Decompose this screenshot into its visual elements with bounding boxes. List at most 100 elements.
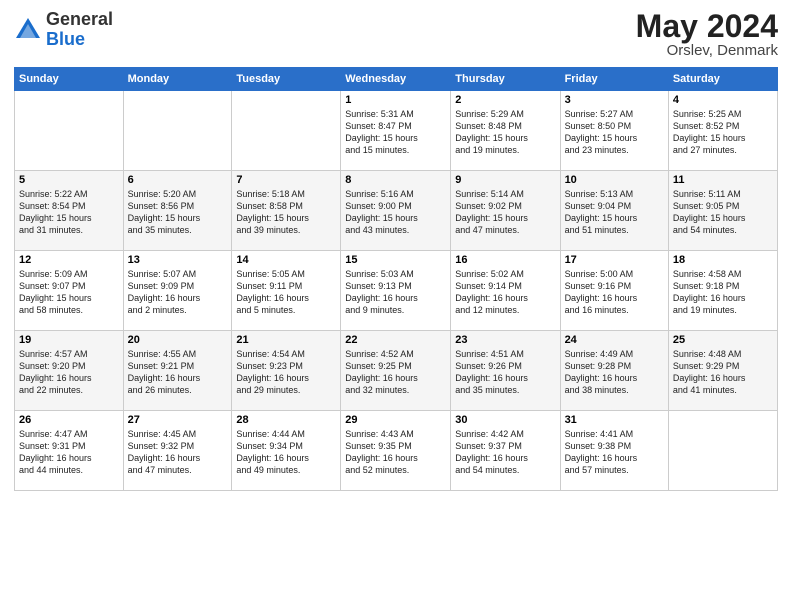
day-info: Sunrise: 5:29 AM Sunset: 8:48 PM Dayligh… [455, 108, 555, 157]
calendar-cell: 10 Sunrise: 5:13 AM Sunset: 9:04 PM Dayli… [560, 171, 668, 251]
day-number: 11 [673, 174, 773, 186]
day-number: 23 [455, 334, 555, 346]
day-info: Sunrise: 5:11 AM Sunset: 9:05 PM Dayligh… [673, 188, 773, 237]
day-number: 9 [455, 174, 555, 186]
day-info: Sunrise: 4:57 AM Sunset: 9:20 PM Dayligh… [19, 348, 119, 397]
calendar-header-wednesday: Wednesday [341, 68, 451, 91]
day-info: Sunrise: 5:22 AM Sunset: 8:54 PM Dayligh… [19, 188, 119, 237]
day-info: Sunrise: 5:18 AM Sunset: 8:58 PM Dayligh… [236, 188, 336, 237]
calendar-cell: 22 Sunrise: 4:52 AM Sunset: 9:25 PM Dayli… [341, 331, 451, 411]
day-number: 25 [673, 334, 773, 346]
calendar-cell: 26 Sunrise: 4:47 AM Sunset: 9:31 PM Dayli… [15, 411, 124, 491]
calendar-week-3: 12Sunrise: 5:09 AM Sunset: 9:07 PM Dayli… [15, 251, 778, 331]
day-number: 18 [673, 254, 773, 266]
calendar-cell: 17 Sunrise: 5:00 AM Sunset: 9:16 PM Dayli… [560, 251, 668, 331]
calendar-cell: 7Sunrise: 5:18 AM Sunset: 8:58 PM Daylig… [232, 171, 341, 251]
calendar-cell: 29 Sunrise: 4:43 AM Sunset: 9:35 PM Dayli… [341, 411, 451, 491]
day-number: 6 [128, 174, 228, 186]
day-info: Sunrise: 4:47 AM Sunset: 9:31 PM Dayligh… [19, 428, 119, 477]
calendar-cell: 5 Sunrise: 5:22 AM Sunset: 8:54 PM Daylig… [15, 171, 124, 251]
day-number: 31 [565, 414, 664, 426]
day-info: Sunrise: 4:44 AM Sunset: 9:34 PM Dayligh… [236, 428, 336, 477]
header: General Blue May 2024 Orslev, Denmark [14, 10, 778, 59]
day-number: 3 [565, 94, 664, 106]
calendar-cell: 25 Sunrise: 4:48 AM Sunset: 9:29 PM Dayli… [668, 331, 777, 411]
calendar-cell: 9 Sunrise: 5:14 AM Sunset: 9:02 PM Daylig… [451, 171, 560, 251]
day-info: Sunrise: 4:58 AM Sunset: 9:18 PM Dayligh… [673, 268, 773, 317]
day-number: 12 [19, 254, 119, 266]
day-info: Sunrise: 5:14 AM Sunset: 9:02 PM Dayligh… [455, 188, 555, 237]
calendar-cell: 27Sunrise: 4:45 AM Sunset: 9:32 PM Dayli… [123, 411, 232, 491]
day-number: 16 [455, 254, 555, 266]
day-number: 14 [236, 254, 336, 266]
logo: General Blue [14, 10, 113, 50]
calendar-cell: 6Sunrise: 5:20 AM Sunset: 8:56 PM Daylig… [123, 171, 232, 251]
calendar-table: SundayMondayTuesdayWednesdayThursdayFrid… [14, 67, 778, 491]
day-info: Sunrise: 5:00 AM Sunset: 9:16 PM Dayligh… [565, 268, 664, 317]
logo-blue: Blue [46, 29, 85, 49]
calendar-cell [123, 91, 232, 171]
day-info: Sunrise: 4:52 AM Sunset: 9:25 PM Dayligh… [345, 348, 446, 397]
day-info: Sunrise: 5:13 AM Sunset: 9:04 PM Dayligh… [565, 188, 664, 237]
day-info: Sunrise: 5:31 AM Sunset: 8:47 PM Dayligh… [345, 108, 446, 157]
day-number: 19 [19, 334, 119, 346]
calendar-header-monday: Monday [123, 68, 232, 91]
calendar-header-sunday: Sunday [15, 68, 124, 91]
calendar-cell: 24 Sunrise: 4:49 AM Sunset: 9:28 PM Dayli… [560, 331, 668, 411]
calendar-cell: 4 Sunrise: 5:25 AM Sunset: 8:52 PM Daylig… [668, 91, 777, 171]
calendar-week-5: 26 Sunrise: 4:47 AM Sunset: 9:31 PM Dayli… [15, 411, 778, 491]
title-month: May 2024 [636, 10, 778, 42]
calendar-header-friday: Friday [560, 68, 668, 91]
logo-general: General [46, 9, 113, 29]
day-number: 17 [565, 254, 664, 266]
day-number: 2 [455, 94, 555, 106]
day-number: 22 [345, 334, 446, 346]
calendar-cell: 3 Sunrise: 5:27 AM Sunset: 8:50 PM Daylig… [560, 91, 668, 171]
day-info: Sunrise: 4:41 AM Sunset: 9:38 PM Dayligh… [565, 428, 664, 477]
calendar-cell: 18 Sunrise: 4:58 AM Sunset: 9:18 PM Dayli… [668, 251, 777, 331]
calendar-cell: 28 Sunrise: 4:44 AM Sunset: 9:34 PM Dayli… [232, 411, 341, 491]
calendar-cell: 19 Sunrise: 4:57 AM Sunset: 9:20 PM Dayli… [15, 331, 124, 411]
day-info: Sunrise: 5:25 AM Sunset: 8:52 PM Dayligh… [673, 108, 773, 157]
day-info: Sunrise: 4:54 AM Sunset: 9:23 PM Dayligh… [236, 348, 336, 397]
day-number: 30 [455, 414, 555, 426]
day-info: Sunrise: 4:42 AM Sunset: 9:37 PM Dayligh… [455, 428, 555, 477]
day-number: 28 [236, 414, 336, 426]
day-number: 26 [19, 414, 119, 426]
calendar-cell: 2 Sunrise: 5:29 AM Sunset: 8:48 PM Daylig… [451, 91, 560, 171]
day-number: 4 [673, 94, 773, 106]
day-number: 1 [345, 94, 446, 106]
calendar-cell: 8Sunrise: 5:16 AM Sunset: 9:00 PM Daylig… [341, 171, 451, 251]
logo-icon [14, 16, 42, 44]
calendar-week-2: 5 Sunrise: 5:22 AM Sunset: 8:54 PM Daylig… [15, 171, 778, 251]
day-number: 20 [128, 334, 228, 346]
calendar-cell: 11 Sunrise: 5:11 AM Sunset: 9:05 PM Dayli… [668, 171, 777, 251]
calendar-header-thursday: Thursday [451, 68, 560, 91]
day-info: Sunrise: 4:51 AM Sunset: 9:26 PM Dayligh… [455, 348, 555, 397]
page: General Blue May 2024 Orslev, Denmark Su… [0, 0, 792, 612]
calendar-cell [668, 411, 777, 491]
day-info: Sunrise: 5:27 AM Sunset: 8:50 PM Dayligh… [565, 108, 664, 157]
day-info: Sunrise: 5:07 AM Sunset: 9:09 PM Dayligh… [128, 268, 228, 317]
day-info: Sunrise: 4:45 AM Sunset: 9:32 PM Dayligh… [128, 428, 228, 477]
calendar-cell: 13Sunrise: 5:07 AM Sunset: 9:09 PM Dayli… [123, 251, 232, 331]
day-info: Sunrise: 4:48 AM Sunset: 9:29 PM Dayligh… [673, 348, 773, 397]
calendar-header-tuesday: Tuesday [232, 68, 341, 91]
calendar-week-1: 1 Sunrise: 5:31 AM Sunset: 8:47 PM Daylig… [15, 91, 778, 171]
logo-text: General Blue [46, 10, 113, 50]
calendar-cell: 12Sunrise: 5:09 AM Sunset: 9:07 PM Dayli… [15, 251, 124, 331]
day-number: 10 [565, 174, 664, 186]
day-number: 5 [19, 174, 119, 186]
day-info: Sunrise: 4:49 AM Sunset: 9:28 PM Dayligh… [565, 348, 664, 397]
day-info: Sunrise: 4:55 AM Sunset: 9:21 PM Dayligh… [128, 348, 228, 397]
calendar-cell: 20 Sunrise: 4:55 AM Sunset: 9:21 PM Dayli… [123, 331, 232, 411]
calendar-cell: 14 Sunrise: 5:05 AM Sunset: 9:11 PM Dayli… [232, 251, 341, 331]
day-number: 15 [345, 254, 446, 266]
calendar-cell [232, 91, 341, 171]
day-info: Sunrise: 5:05 AM Sunset: 9:11 PM Dayligh… [236, 268, 336, 317]
title-block: May 2024 Orslev, Denmark [636, 10, 778, 59]
title-location: Orslev, Denmark [636, 42, 778, 59]
day-info: Sunrise: 4:43 AM Sunset: 9:35 PM Dayligh… [345, 428, 446, 477]
day-number: 24 [565, 334, 664, 346]
day-number: 29 [345, 414, 446, 426]
